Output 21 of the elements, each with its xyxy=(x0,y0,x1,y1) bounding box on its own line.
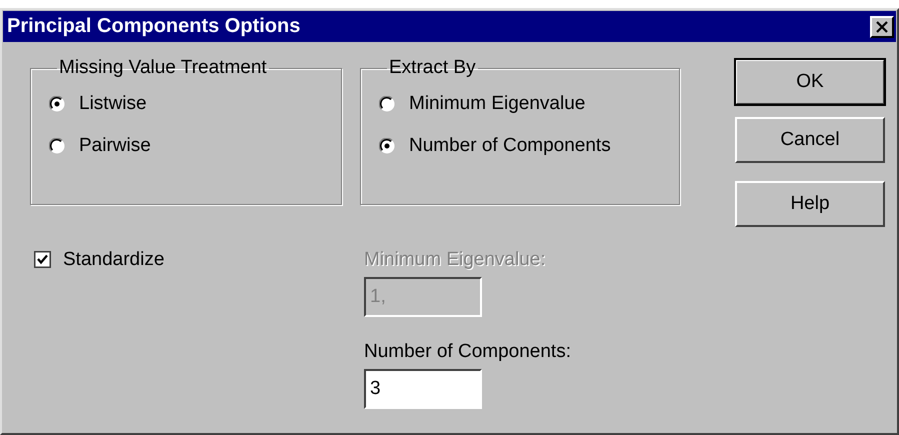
input-field[interactable]: 3 xyxy=(364,369,482,409)
window-title: Principal Components Options xyxy=(7,15,300,38)
group-title: Missing Value Treatment xyxy=(58,57,268,79)
group-title: Extract By xyxy=(388,57,477,79)
radio-label: Pairwise xyxy=(79,135,151,157)
dialog-button[interactable]: OK xyxy=(735,59,885,105)
radio-button[interactable] xyxy=(49,96,65,112)
close-icon xyxy=(875,20,889,32)
radio-label: Minimum Eigenvalue xyxy=(409,93,586,115)
field-label: Minimum Eigenvalue: xyxy=(364,249,547,271)
checkbox[interactable] xyxy=(34,251,51,268)
radio-label: Number of Components xyxy=(409,135,611,157)
radio-button[interactable] xyxy=(379,96,395,112)
checkbox-label: Standardize xyxy=(63,249,164,271)
radio-button[interactable] xyxy=(49,138,65,154)
radio-button[interactable] xyxy=(379,138,395,154)
close-button[interactable] xyxy=(870,16,894,38)
field-label: Number of Components: xyxy=(364,341,571,363)
dialog-button[interactable]: Help xyxy=(735,181,885,227)
dialog-button[interactable]: Cancel xyxy=(735,117,885,163)
radio-label: Listwise xyxy=(79,93,147,115)
